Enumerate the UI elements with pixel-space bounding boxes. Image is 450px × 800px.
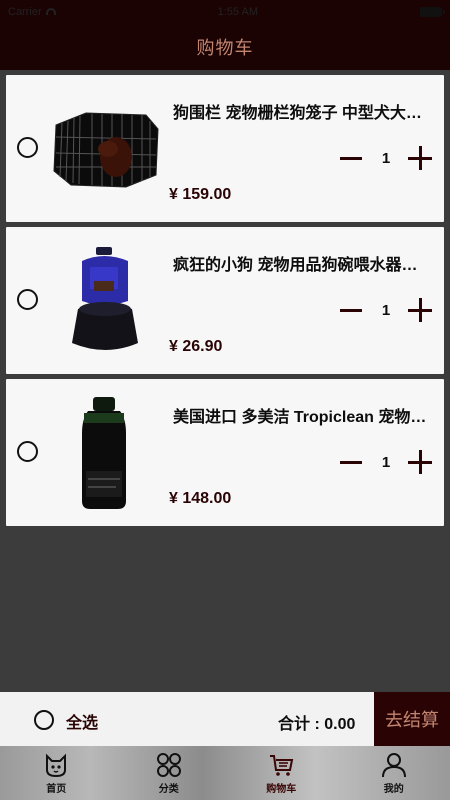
cart-screen: Carrier 1:55 AM 购物车 狗围栏 宠物栅栏狗笼子 中型犬大型犬 1… — [0, 0, 450, 800]
user-icon — [381, 752, 406, 777]
checkout-bar: 全选 合计 : 0.00 去结算 — [0, 692, 450, 746]
decrease-quantity-button[interactable] — [340, 450, 364, 474]
decrease-quantity-button[interactable] — [340, 298, 364, 322]
product-name[interactable]: 疯狂的小狗 宠物用品狗碗喂水器自动饮水器 — [173, 251, 433, 275]
product-price: ¥ 159.00 — [169, 186, 232, 203]
checkout-button[interactable]: 去结算 — [374, 692, 450, 746]
cat-home-icon — [46, 753, 67, 777]
status-bar: Carrier 1:55 AM — [0, 0, 450, 24]
increase-quantity-button[interactable] — [408, 450, 432, 474]
dog-fence-image[interactable] — [46, 95, 166, 205]
clock-time: 1:55 AM — [217, 6, 258, 18]
carrier-label: Carrier — [8, 6, 56, 18]
decrease-quantity-button[interactable] — [340, 146, 364, 170]
cart-icon — [270, 754, 294, 776]
battery-icon — [419, 7, 445, 17]
product-name[interactable]: 狗围栏 宠物栅栏狗笼子 中型犬大型犬 — [173, 99, 433, 123]
item-select-radio[interactable] — [17, 289, 38, 310]
quantity-value: 1 — [381, 301, 391, 319]
cart-item: 美国进口 多美洁 Tropiclean 宠物香波 1 ¥ 148.00 — [6, 379, 444, 526]
total-amount: 合计 : 0.00 — [278, 716, 356, 733]
tab-label: 我的 — [383, 783, 404, 795]
navigation-bar: 购物车 — [0, 24, 450, 70]
product-name[interactable]: 美国进口 多美洁 Tropiclean 宠物香波 — [173, 403, 433, 427]
quantity-stepper: 1 — [340, 295, 432, 325]
tab-label: 分类 — [158, 783, 179, 795]
tab-home[interactable]: 首页 — [0, 746, 113, 800]
select-all-radio[interactable] — [34, 710, 54, 730]
cart-item: 狗围栏 宠物栅栏狗笼子 中型犬大型犬 1 ¥ 159.00 — [6, 75, 444, 222]
wifi-icon — [45, 8, 56, 15]
increase-quantity-button[interactable] — [408, 298, 432, 322]
product-price: ¥ 148.00 — [169, 490, 232, 507]
page-title: 购物车 — [196, 38, 254, 58]
tab-bar: 首页 分类 购物车 我的 — [0, 746, 450, 800]
product-price: ¥ 26.90 — [169, 338, 223, 355]
item-select-radio[interactable] — [17, 137, 38, 158]
quantity-value: 1 — [381, 149, 391, 167]
cart-item: 疯狂的小狗 宠物用品狗碗喂水器自动饮水器 1 ¥ 26.90 — [6, 227, 444, 374]
tab-category[interactable]: 分类 — [113, 746, 226, 800]
quantity-stepper: 1 — [340, 143, 432, 173]
water-dispenser-image[interactable] — [46, 247, 166, 357]
quantity-value: 1 — [381, 453, 391, 471]
tab-label: 首页 — [46, 783, 67, 795]
increase-quantity-button[interactable] — [408, 146, 432, 170]
quantity-stepper: 1 — [340, 447, 432, 477]
select-all-label[interactable]: 全选 — [66, 709, 98, 733]
grid-category-icon — [156, 752, 181, 777]
tab-cart[interactable]: 购物车 — [225, 746, 338, 800]
shampoo-bottle-image[interactable] — [46, 397, 166, 509]
tab-profile[interactable]: 我的 — [338, 746, 450, 800]
carrier-text: Carrier — [8, 6, 42, 18]
tab-label: 购物车 — [266, 783, 297, 795]
item-select-radio[interactable] — [17, 441, 38, 462]
cart-item-list: 狗围栏 宠物栅栏狗笼子 中型犬大型犬 1 ¥ 159.00 疯狂的小狗 宠物用品… — [6, 75, 444, 531]
